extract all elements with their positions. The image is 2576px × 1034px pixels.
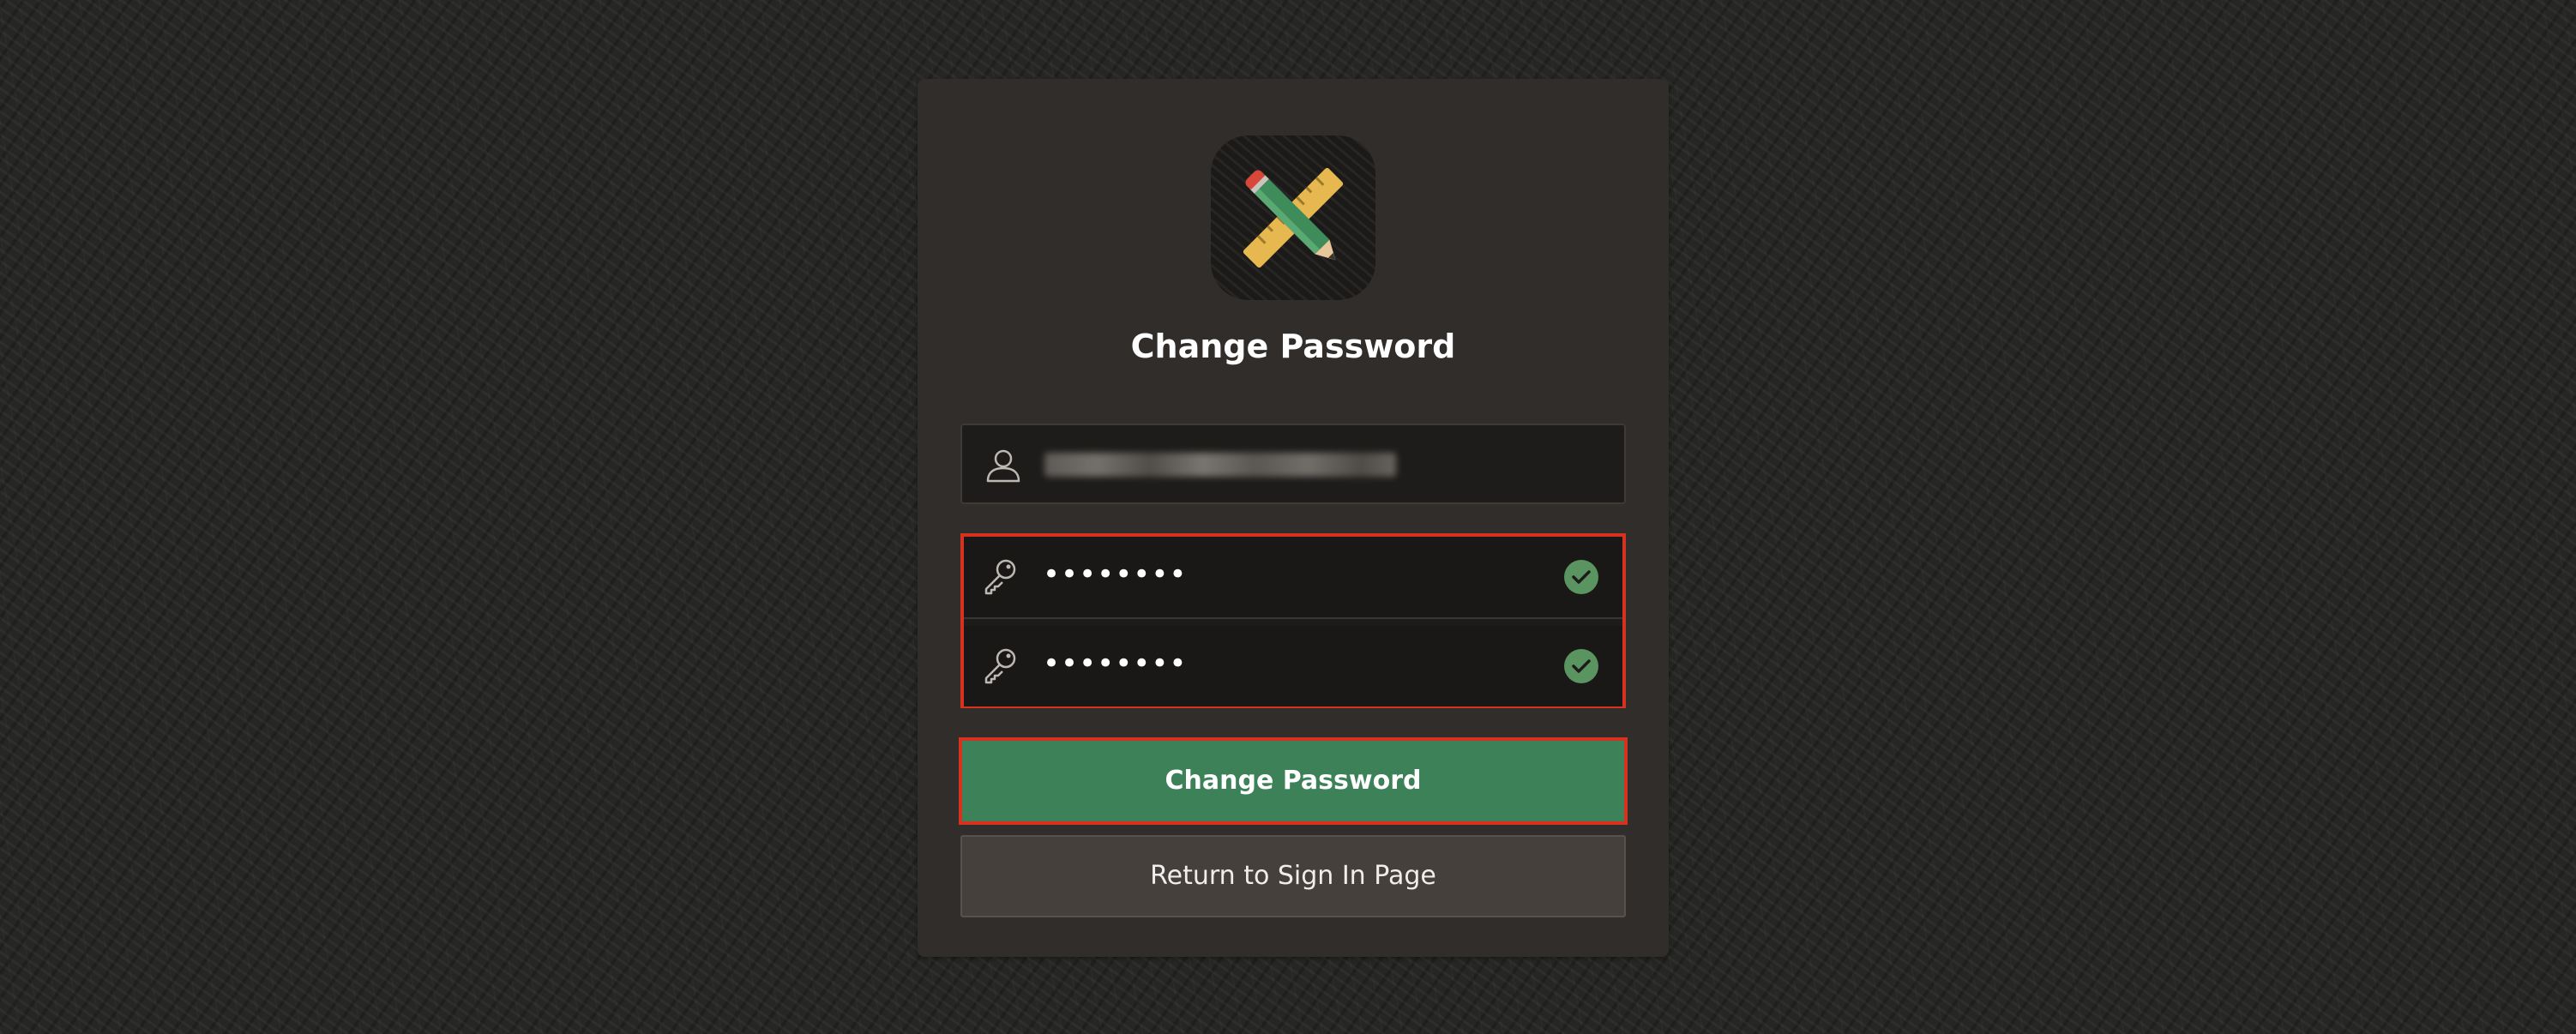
confirm-password-field[interactable]: •••••••• [964, 626, 1622, 706]
password-fields-group: •••••••• •••••••• [960, 533, 1626, 708]
app-logo [1211, 135, 1375, 300]
change-password-card: Change Password •••••••• •••••••• Change… [918, 79, 1669, 957]
pencil-ruler-icon [1243, 167, 1344, 268]
user-icon [983, 445, 1024, 486]
check-icon [1564, 649, 1598, 683]
change-password-button[interactable]: Change Password [959, 737, 1628, 825]
confirm-password-value: •••••••• [1043, 646, 1188, 681]
username-field[interactable] [960, 424, 1626, 504]
check-icon [1564, 560, 1598, 594]
new-password-value: •••••••• [1043, 557, 1188, 592]
page-title: Change Password [1130, 328, 1456, 365]
username-value-redacted [1044, 453, 1396, 477]
key-icon [979, 556, 1020, 597]
return-to-sign-in-button[interactable]: Return to Sign In Page [960, 835, 1626, 917]
key-icon [979, 645, 1020, 686]
new-password-field[interactable]: •••••••• [964, 537, 1622, 619]
